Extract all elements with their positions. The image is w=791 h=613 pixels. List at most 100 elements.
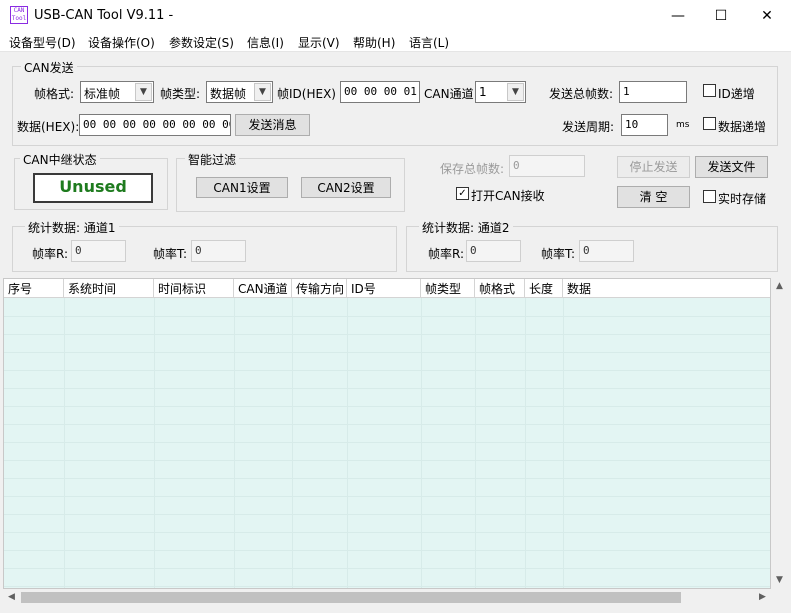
scroll-right-icon[interactable]: ▶	[754, 589, 771, 606]
grid-row-line	[4, 334, 770, 335]
stats-channel2-title: 统计数据: 通道2	[419, 219, 513, 236]
window-title: USB-CAN Tool V9.11 -	[34, 8, 174, 23]
chevron-down-icon: ▼	[254, 83, 271, 101]
horizontal-scroll-thumb[interactable]	[21, 592, 681, 603]
grid-row-line	[4, 406, 770, 407]
can-channel-select[interactable]: 1 ▼	[475, 81, 526, 103]
data-label: 数据(HEX):	[17, 120, 80, 134]
grid-column-line	[234, 298, 235, 588]
can-channel-label: CAN通道:	[424, 87, 478, 101]
stop-send-button[interactable]: 停止发送	[617, 156, 690, 178]
frame-type-select[interactable]: 数据帧 ▼	[206, 81, 273, 103]
minimize-button[interactable]: —	[655, 0, 701, 32]
data-increment-label: 数据递增	[718, 120, 767, 134]
grid-row-line	[4, 568, 770, 569]
col-id[interactable]: ID号	[347, 279, 421, 298]
open-receive-checkbox[interactable]: ✓	[456, 187, 469, 200]
grid-row-line	[4, 514, 770, 515]
grid-row-line	[4, 460, 770, 461]
menu-device-operation[interactable]: 设备操作(O)	[88, 34, 155, 51]
col-direction[interactable]: 传输方向	[292, 279, 347, 298]
stats1-rate-r-value: 0	[71, 240, 126, 262]
send-file-button[interactable]: 发送文件	[695, 156, 768, 178]
menu-parameter-settings[interactable]: 参数设定(S)	[169, 34, 234, 51]
period-unit: ms	[676, 120, 690, 130]
stats1-rate-t-label: 帧率T:	[153, 247, 188, 261]
close-button[interactable]: ✕	[744, 0, 790, 32]
stats1-rate-r-label: 帧率R:	[32, 247, 69, 261]
realtime-save-label: 实时存储	[718, 192, 767, 206]
message-table[interactable]: 序号 系统时间 时间标识 CAN通道 传输方向 ID号 帧类型 帧格式 长度 数…	[3, 278, 771, 589]
col-can-channel[interactable]: CAN通道	[234, 279, 292, 298]
can2-settings-button[interactable]: CAN2设置	[301, 177, 391, 198]
frame-type-value: 数据帧	[210, 87, 247, 101]
scroll-up-icon[interactable]: ▲	[771, 278, 788, 295]
menu-info[interactable]: 信息(I)	[247, 34, 284, 51]
vertical-scrollbar[interactable]: ▲ ▼	[771, 278, 788, 589]
smart-filter-title: 智能过滤	[185, 151, 240, 168]
title-bar: CAN Tool USB-CAN Tool V9.11 - — ☐ ✕	[0, 0, 791, 32]
grid-row-line	[4, 496, 770, 497]
menu-help[interactable]: 帮助(H)	[353, 34, 395, 51]
stats1-rate-t-value: 0	[191, 240, 246, 262]
can1-settings-button[interactable]: CAN1设置	[196, 177, 288, 198]
menu-display[interactable]: 显示(V)	[298, 34, 340, 51]
col-timestamp[interactable]: 时间标识	[154, 279, 234, 298]
horizontal-scrollbar[interactable]: ◀ ▶	[3, 589, 771, 606]
grid-column-line	[563, 298, 564, 588]
stats2-rate-t-value: 0	[579, 240, 634, 262]
menu-device-model[interactable]: 设备型号(D)	[9, 34, 76, 51]
app-icon: CAN Tool	[10, 6, 28, 24]
frame-format-label: 帧格式:	[34, 87, 75, 101]
id-increment-checkbox[interactable]	[703, 84, 716, 97]
data-input[interactable]: 00 00 00 00 00 00 00 00	[79, 114, 231, 136]
frame-id-input[interactable]: 00 00 00 01	[340, 81, 420, 103]
scroll-left-icon[interactable]: ◀	[3, 589, 20, 606]
grid-column-line	[64, 298, 65, 588]
chevron-down-icon: ▼	[507, 83, 524, 101]
grid-row-line	[4, 550, 770, 551]
total-frames-input[interactable]: 1	[619, 81, 687, 103]
stats2-rate-t-label: 帧率T:	[541, 247, 576, 261]
maximize-button[interactable]: ☐	[698, 0, 744, 32]
frame-format-select[interactable]: 标准帧 ▼	[80, 81, 154, 103]
period-input[interactable]: 10	[621, 114, 668, 136]
col-frame-format[interactable]: 帧格式	[475, 279, 525, 298]
grid-column-line	[154, 298, 155, 588]
stats2-rate-r-value: 0	[466, 240, 521, 262]
clear-button[interactable]: 清 空	[617, 186, 690, 208]
col-seq[interactable]: 序号	[4, 279, 64, 298]
id-increment-label: ID递增	[718, 87, 755, 101]
grid-row-line	[4, 442, 770, 443]
col-system-time[interactable]: 系统时间	[64, 279, 154, 298]
frame-id-label: 帧ID(HEX)	[277, 87, 336, 101]
can-send-title: CAN发送	[21, 59, 77, 76]
table-header: 序号 系统时间 时间标识 CAN通道 传输方向 ID号 帧类型 帧格式 长度 数…	[4, 279, 770, 298]
saved-total-label: 保存总帧数:	[440, 162, 505, 176]
stats2-rate-r-label: 帧率R:	[428, 247, 465, 261]
data-increment-checkbox[interactable]	[703, 117, 716, 130]
frame-type-label: 帧类型:	[160, 87, 201, 101]
menu-language[interactable]: 语言(L)	[409, 34, 449, 51]
can-channel-value: 1	[479, 85, 487, 99]
chevron-down-icon: ▼	[135, 83, 152, 101]
realtime-save-checkbox[interactable]	[703, 190, 716, 203]
period-label: 发送周期:	[562, 120, 615, 134]
can-relay-title: CAN中继状态	[20, 151, 100, 168]
grid-column-line	[347, 298, 348, 588]
grid-row-line	[4, 316, 770, 317]
col-frame-type[interactable]: 帧类型	[421, 279, 475, 298]
col-data[interactable]: 数据	[563, 279, 770, 298]
total-frames-label: 发送总帧数:	[549, 87, 614, 101]
grid-row-line	[4, 352, 770, 353]
grid-column-line	[292, 298, 293, 588]
menu-bar: 设备型号(D) 设备操作(O) 参数设定(S) 信息(I) 显示(V) 帮助(H…	[0, 32, 791, 52]
grid-row-line	[4, 424, 770, 425]
grid-row-line	[4, 586, 770, 587]
grid-column-line	[525, 298, 526, 588]
stats-channel1-title: 统计数据: 通道1	[25, 219, 119, 236]
scroll-down-icon[interactable]: ▼	[771, 572, 788, 589]
col-length[interactable]: 长度	[525, 279, 563, 298]
grid-row-line	[4, 532, 770, 533]
send-message-button[interactable]: 发送消息	[235, 114, 310, 136]
